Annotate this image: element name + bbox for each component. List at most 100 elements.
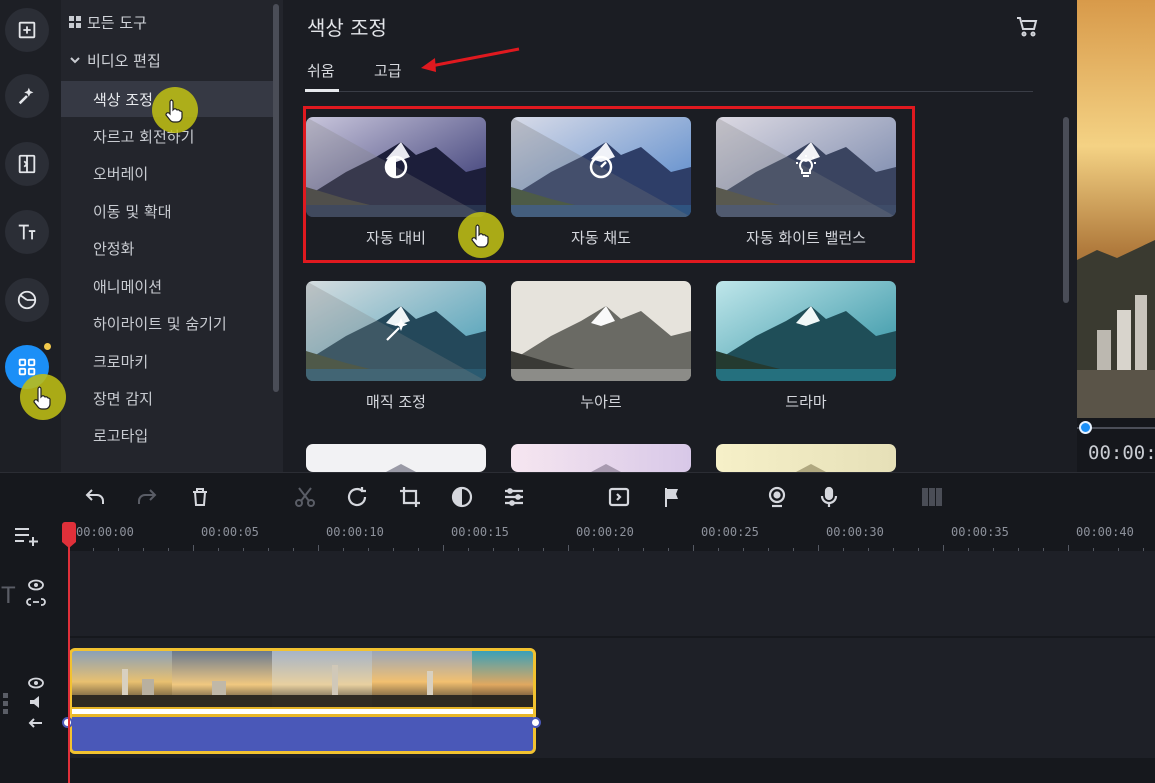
color-adjust-icon (451, 486, 473, 508)
transitions-button[interactable] (5, 142, 49, 186)
ruler-time-label: 00:00:40 (1076, 525, 1134, 539)
marker-button[interactable] (660, 485, 684, 509)
preset-thumbnail-partial[interactable] (716, 444, 896, 472)
cut-button[interactable] (293, 485, 317, 509)
import-button[interactable] (5, 8, 49, 52)
playhead-line[interactable] (68, 522, 70, 783)
annotation-arrow-icon (421, 47, 520, 72)
clip-frame (472, 651, 533, 707)
filters-magic-icon (18, 87, 34, 105)
record-webcam-button[interactable] (765, 485, 789, 509)
preview-timecode: 00:00: (1088, 442, 1155, 464)
hand-pointer-icon (471, 224, 489, 248)
mountain-thumbnail (716, 281, 896, 381)
timeline-toolbar (0, 473, 1155, 521)
delete-icon (193, 488, 207, 506)
preset-drama[interactable]: 드라마 (716, 281, 896, 412)
rotate-button[interactable] (345, 485, 369, 509)
undo-button[interactable] (83, 485, 107, 509)
preset-label: 누아르 (580, 393, 622, 411)
tool-item-overlay[interactable]: 오버레이 (61, 155, 273, 191)
speaker-icon (30, 696, 39, 708)
preset-thumbnail (716, 281, 896, 381)
notification-dot (44, 343, 51, 350)
video-clip[interactable] (69, 648, 536, 754)
tool-item-label: 장면 감지 (93, 389, 153, 408)
crop-button[interactable] (398, 485, 422, 509)
ruler-time-label: 00:00:25 (701, 525, 759, 539)
tool-tree-panel: 모든 도구 비디오 편집 색상 조정 자르고 회전하기 오버레이 이동 및 확대… (61, 0, 283, 472)
clip-thumbnails (72, 651, 533, 707)
delete-button[interactable] (188, 485, 212, 509)
arrow-left-icon (28, 718, 42, 728)
tool-item-animation[interactable]: 애니메이션 (61, 268, 273, 304)
mountain-thumbnail (716, 444, 896, 472)
video-edit-group[interactable]: 비디오 편집 (69, 48, 161, 72)
video-preview[interactable] (1077, 0, 1155, 472)
clip-properties-button[interactable] (502, 485, 526, 509)
tool-item-pan-zoom[interactable]: 이동 및 확대 (61, 193, 273, 229)
tool-item-scene-detect[interactable]: 장면 감지 (61, 380, 273, 416)
clip-frame (272, 651, 372, 707)
video-track-controls (3, 677, 44, 728)
redo-icon (138, 489, 157, 504)
ruler-time-label: 00:00:35 (951, 525, 1009, 539)
preset-noir[interactable]: 누아르 (511, 281, 691, 412)
tab-divider (305, 91, 1033, 92)
tool-item-chroma-key[interactable]: 크로마키 (61, 343, 273, 379)
record-audio-icon (820, 486, 838, 507)
text-track[interactable] (68, 551, 1155, 636)
tool-item-label: 크로마키 (93, 352, 149, 371)
color-adjust-button[interactable] (450, 485, 474, 509)
transition-icon (608, 487, 630, 507)
annotation-highlight-box (303, 106, 915, 263)
preset-magic-adjust[interactable]: 매직 조정 (306, 281, 486, 412)
cursor-highlight (20, 374, 66, 420)
clip-audio-waveform (72, 717, 533, 751)
transition-button[interactable] (607, 485, 631, 509)
tool-item-label: 하이라이트 및 숨기기 (93, 314, 227, 333)
cart-icon[interactable] (1015, 14, 1039, 38)
preset-label: 매직 조정 (366, 393, 426, 411)
audio-meter-button[interactable] (920, 485, 944, 509)
tool-item-logo[interactable]: 로고타입 (61, 417, 273, 453)
redo-button[interactable] (135, 485, 159, 509)
import-icon (18, 21, 36, 39)
panel-title: 색상 조정 (307, 16, 387, 40)
clip-frame (372, 651, 472, 707)
ruler-time-label: 00:00:10 (326, 525, 384, 539)
stickers-icon (17, 290, 37, 310)
titles-button[interactable] (5, 210, 49, 254)
tab-advanced[interactable]: 고급 (374, 60, 402, 81)
clip-volume-line[interactable] (72, 709, 533, 714)
video-editor-window: 모든 도구 비디오 편집 색상 조정 자르고 회전하기 오버레이 이동 및 확대… (0, 0, 1155, 783)
clip-frame (72, 651, 172, 707)
titles-icon (18, 224, 36, 240)
timeline-ruler[interactable]: 00:00:00 00:00:05 00:00:10 00:00:15 00:00:20… (68, 523, 1155, 551)
record-audio-button[interactable] (817, 485, 841, 509)
content-scrollbar[interactable] (1063, 117, 1069, 303)
link-icon (26, 598, 46, 606)
preview-seek-handle[interactable] (1079, 421, 1092, 434)
eye-icon (28, 677, 44, 689)
preset-thumbnail-partial[interactable] (511, 444, 691, 472)
clip-trim-handle-right[interactable] (530, 717, 541, 728)
tool-panel-scrollbar[interactable] (273, 4, 279, 392)
tool-item-stabilize[interactable]: 안정화 (61, 230, 273, 266)
add-track-icon[interactable] (14, 525, 40, 547)
preset-thumbnail (511, 281, 691, 381)
tool-item-label: 로고타입 (93, 426, 149, 445)
ruler-time-label: 00:00:15 (451, 525, 509, 539)
all-tools-label: 모든 도구 (87, 13, 147, 32)
marker-flag-icon (665, 488, 678, 507)
tool-item-highlight-hide[interactable]: 하이라이트 및 숨기기 (61, 305, 273, 341)
stickers-button[interactable] (5, 278, 49, 322)
tool-item-label: 오버레이 (93, 164, 149, 183)
video-edit-label: 비디오 편집 (87, 51, 161, 70)
playhead-handle[interactable] (62, 522, 76, 548)
preset-thumbnail-partial[interactable] (306, 444, 486, 472)
tab-easy[interactable]: 쉬움 (307, 60, 335, 81)
filters-button[interactable] (5, 74, 49, 118)
all-tools-link[interactable]: 모든 도구 (69, 10, 147, 34)
clip-frame (172, 651, 272, 707)
